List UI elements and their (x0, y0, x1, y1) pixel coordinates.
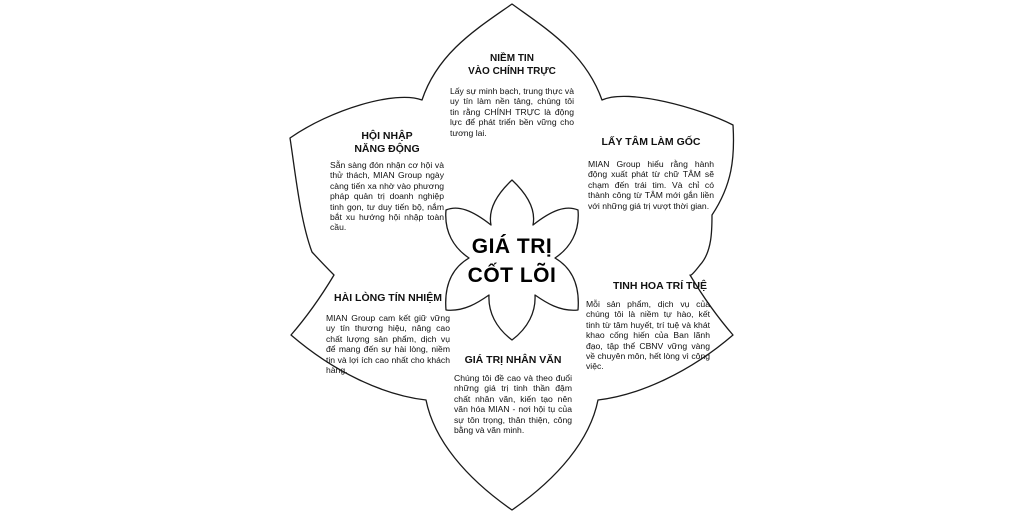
petal-top: NIỀM TIN VÀO CHÍNH TRỰC Lấy sự minh bạch… (450, 52, 574, 138)
center-label: GIÁ TRỊ CỐT LÕI (452, 232, 572, 290)
petal-top-right-body: MIAN Group hiểu rằng hành động xuất phát… (588, 159, 714, 211)
petal-top-title-line-1: NIỀM TIN (490, 53, 534, 64)
petal-bottom-title: GIÁ TRỊ NHÂN VĂN (464, 354, 562, 366)
petal-bottom-right-title: TINH HOA TRÍ TUỆ (612, 280, 708, 292)
petal-top-title-line-2: VÀO CHÍNH TRỰC (468, 66, 556, 77)
petal-top-left-title-line-1: HỘI NHẬP (361, 130, 413, 142)
petal-bottom-left-title: HÀI LÒNG TÍN NHIỆM (334, 292, 442, 304)
petal-bottom-right-body: Mỗi sản phẩm, dịch vụ của chúng tôi là n… (586, 299, 710, 372)
petal-bottom-body: Chúng tôi đề cao và theo đuổi những giá … (454, 373, 572, 436)
petal-top-right: LẤY TÂM LÀM GỐC MIAN Group hiểu rằng hàn… (588, 136, 714, 211)
petal-bottom-right: TINH HOA TRÍ TUỆ Mỗi sản phẩm, dịch vụ c… (586, 280, 710, 372)
petal-top-right-title: LẤY TÂM LÀM GỐC (601, 136, 701, 148)
center-line-1: GIÁ TRỊ (471, 235, 553, 258)
petal-bottom-left-body: MIAN Group cam kết giữ vững uy tín thươn… (326, 313, 450, 376)
petal-top-title: NIỀM TIN VÀO CHÍNH TRỰC (450, 52, 574, 78)
core-values-diagram: GIÁ TRỊ CỐT LÕI NIỀM TIN VÀO CHÍNH TRỰC … (0, 0, 1024, 512)
petal-bottom: GIÁ TRỊ NHÂN VĂN Chúng tôi đề cao và the… (454, 354, 572, 435)
petal-bottom-left: HÀI LÒNG TÍN NHIỆM MIAN Group cam kết gi… (326, 292, 450, 375)
petal-top-left-title: HỘI NHẬP NĂNG ĐỘNG (330, 130, 444, 156)
petal-top-left: HỘI NHẬP NĂNG ĐỘNG Sẵn sàng đón nhận cơ … (330, 130, 444, 233)
center-line-2: CỐT LÕI (467, 264, 557, 287)
petal-top-body: Lấy sự minh bạch, trung thực và uy tín l… (450, 86, 574, 138)
petal-top-left-title-line-2: NĂNG ĐỘNG (354, 143, 420, 155)
petal-top-left-body: Sẵn sàng đón nhận cơ hội và thử thách, M… (330, 160, 444, 233)
